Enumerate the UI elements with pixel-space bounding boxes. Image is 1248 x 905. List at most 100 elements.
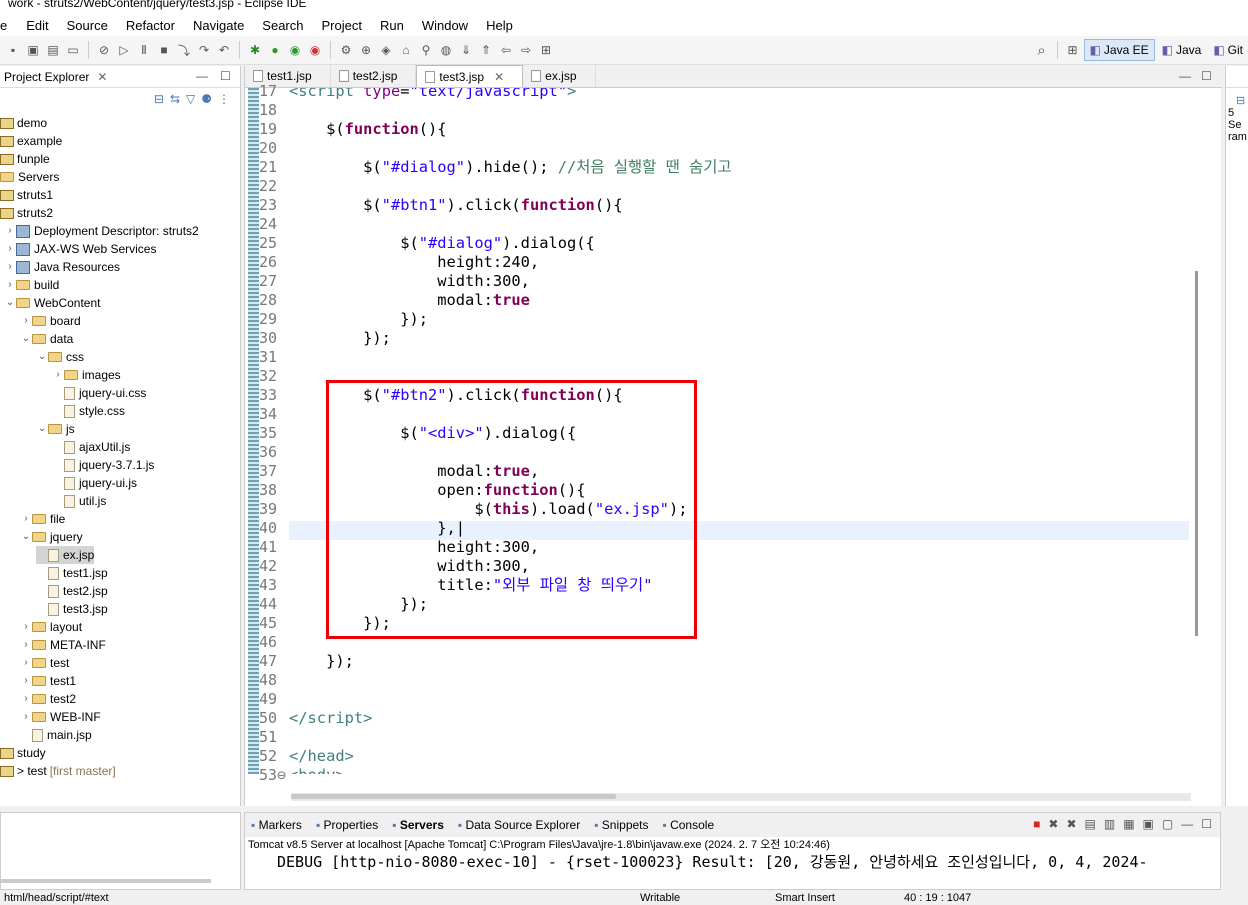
collapse-all-icon[interactable]: ⊟: [154, 92, 164, 106]
code-line[interactable]: $("#btn1").click(function(){: [289, 196, 623, 215]
tree-item[interactable]: jquery-ui.css: [52, 384, 146, 402]
editor-tab[interactable]: test3.jsp ✕: [416, 65, 524, 87]
save-all-icon[interactable]: ▤: [44, 41, 62, 59]
tree-item[interactable]: test3.jsp: [36, 600, 108, 618]
console-icon[interactable]: ▭: [64, 41, 82, 59]
menu-item[interactable]: Help: [477, 18, 522, 33]
suspend-icon[interactable]: Ⅱ: [135, 41, 153, 59]
minimize-icon[interactable]: —: [196, 69, 208, 83]
terminate-icon[interactable]: ■: [1033, 817, 1040, 831]
menu-item[interactable]: Source: [58, 18, 117, 33]
tree-item[interactable]: › test2: [20, 690, 76, 708]
tree-item[interactable]: › test: [20, 654, 69, 672]
horizontal-scrollbar[interactable]: [291, 793, 1191, 801]
maximize-icon[interactable]: ☐: [1201, 69, 1212, 83]
chevron-down-icon[interactable]: ⌄: [36, 348, 48, 366]
tree-item[interactable]: › board: [20, 312, 80, 330]
code-line[interactable]: height:240,: [289, 253, 539, 272]
tree-item[interactable]: ⌄ data: [20, 330, 74, 348]
open-folder-icon[interactable]: ⌂: [397, 41, 415, 59]
back-icon[interactable]: ⇦: [497, 41, 515, 59]
tree-item[interactable]: ⌄ jquery: [20, 528, 83, 546]
save-icon[interactable]: ▣: [24, 41, 42, 59]
console-tab[interactable]: ▪ Snippets: [594, 818, 648, 832]
tree-item[interactable]: Servers: [0, 168, 59, 186]
tree-item[interactable]: > test [first master]: [0, 762, 116, 780]
editor-tab[interactable]: ex.jsp: [523, 65, 596, 87]
tree-item[interactable]: util.js: [52, 492, 106, 510]
resume-icon[interactable]: ▷: [115, 41, 133, 59]
code-line[interactable]: $("#dialog").dialog({: [289, 234, 595, 253]
tree-item[interactable]: main.jsp: [20, 726, 92, 744]
chevron-right-icon[interactable]: ›: [4, 240, 16, 258]
search-tool-icon[interactable]: ⚲: [417, 41, 435, 59]
vertical-scrollbar[interactable]: [1195, 271, 1198, 636]
stop-server-icon[interactable]: ◉: [306, 41, 324, 59]
code-line[interactable]: <script type="text/javascript">: [289, 88, 576, 101]
scroll-lock-icon[interactable]: ▤: [1085, 817, 1096, 831]
menu-item[interactable]: e: [0, 18, 17, 33]
tree-item[interactable]: › Deployment Descriptor: struts2: [4, 222, 198, 240]
new-server-icon[interactable]: ⚙: [337, 41, 355, 59]
code-line[interactable]: </script>: [289, 709, 372, 728]
console-tab[interactable]: ▪ Markers: [251, 818, 302, 832]
chevron-right-icon[interactable]: ›: [20, 510, 32, 528]
tree-item[interactable]: struts1: [0, 186, 53, 204]
tree-item[interactable]: › WEB-INF: [20, 708, 100, 726]
menu-item[interactable]: Edit: [17, 18, 57, 33]
forward-icon[interactable]: ⇨: [517, 41, 535, 59]
chevron-right-icon[interactable]: ›: [4, 258, 16, 276]
chevron-down-icon[interactable]: ⌄: [4, 294, 16, 312]
chevron-right-icon[interactable]: ›: [20, 708, 32, 726]
console-output[interactable]: DEBUG [http-nio-8080-exec-10] - {rset-10…: [245, 853, 1220, 871]
code-line[interactable]: width:300,: [289, 272, 530, 291]
next-annotation-icon[interactable]: ⇓: [457, 41, 475, 59]
code-line[interactable]: $("#dialog").hide(); //처음 실행할 땐 숨기고: [289, 158, 731, 177]
perspective-button[interactable]: ◧ Java EE: [1083, 39, 1155, 61]
perspective-button[interactable]: ◧ Git: [1208, 39, 1248, 61]
minimize-icon[interactable]: —: [1181, 817, 1193, 831]
menu-item[interactable]: Navigate: [184, 18, 253, 33]
tree-item[interactable]: ⌄ css: [36, 348, 84, 366]
filter-icon[interactable]: ▽: [186, 92, 195, 106]
remove-all-icon[interactable]: ✖: [1066, 817, 1076, 831]
search-icon[interactable]: ⌕: [1033, 41, 1051, 59]
outline-icon[interactable]: ⊟: [1226, 94, 1248, 107]
code-line[interactable]: });: [289, 310, 428, 329]
chevron-right-icon[interactable]: ›: [20, 636, 32, 654]
debug-icon[interactable]: ✱: [246, 41, 264, 59]
console-tab[interactable]: ▪ Servers: [392, 818, 444, 832]
run-server-icon[interactable]: ◉: [286, 41, 304, 59]
menu-item[interactable]: Window: [413, 18, 477, 33]
chevron-right-icon[interactable]: ›: [20, 672, 32, 690]
chevron-right-icon[interactable]: ›: [20, 618, 32, 636]
project-explorer-tab[interactable]: Project Explorer ✕ — ☐: [0, 66, 240, 88]
pin-editor-icon[interactable]: ⊞: [537, 41, 555, 59]
tree-item[interactable]: › META-INF: [20, 636, 105, 654]
console-tab[interactable]: ▪ Console: [663, 818, 715, 832]
code-line[interactable]: modal:true: [289, 291, 530, 310]
word-wrap-icon[interactable]: ▥: [1104, 817, 1115, 831]
display-console-icon[interactable]: ▣: [1143, 817, 1154, 831]
tree-item[interactable]: › images: [52, 366, 120, 384]
chevron-right-icon[interactable]: ›: [20, 312, 32, 330]
tree-item[interactable]: › layout: [20, 618, 82, 636]
skip-breakpoints-icon[interactable]: ⊘: [95, 41, 113, 59]
console-tab[interactable]: ▪ Properties: [316, 818, 378, 832]
menu-item[interactable]: Project: [313, 18, 371, 33]
step-return-icon[interactable]: ↶: [215, 41, 233, 59]
tree-item[interactable]: jquery-ui.js: [52, 474, 137, 492]
tree-item[interactable]: test2.jsp: [36, 582, 108, 600]
menu-item[interactable]: Search: [253, 18, 312, 33]
code-line[interactable]: $(function(){: [289, 120, 447, 139]
tree-item[interactable]: ajaxUtil.js: [52, 438, 130, 456]
tree-item[interactable]: ⌄ js: [36, 420, 75, 438]
tree-item[interactable]: test1.jsp: [36, 564, 108, 582]
tree-item[interactable]: style.css: [52, 402, 125, 420]
pin-console-icon[interactable]: ▦: [1123, 817, 1134, 831]
tree-item[interactable]: ⌄ WebContent: [4, 294, 101, 312]
tree-item[interactable]: › Java Resources: [4, 258, 120, 276]
close-icon[interactable]: ✕: [494, 70, 504, 84]
focus-icon[interactable]: ⚈: [201, 92, 212, 106]
chevron-right-icon[interactable]: ›: [4, 222, 16, 240]
